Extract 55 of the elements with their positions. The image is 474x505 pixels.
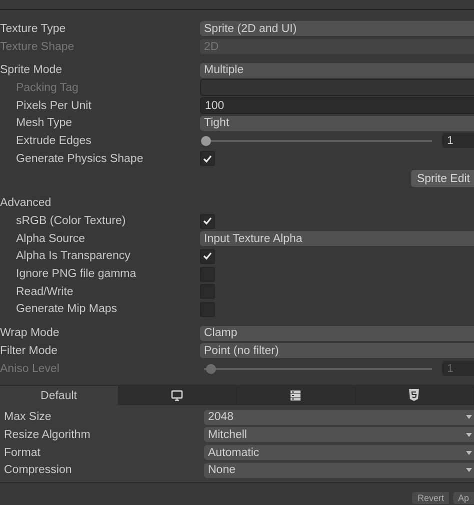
shield-icon [409, 389, 420, 402]
field-label: Ignore PNG file gamma [16, 268, 138, 280]
caret-icon [466, 468, 472, 472]
caret-icon [466, 432, 472, 437]
dropdown[interactable]: 2048 [204, 410, 474, 425]
dropdown[interactable]: Point (no filter) [200, 343, 474, 358]
checkbox[interactable] [200, 214, 215, 229]
checkbox[interactable] [200, 248, 215, 264]
field-label: Compression [4, 464, 73, 476]
dropdown[interactable]: Tight [200, 116, 474, 131]
dropdown[interactable]: Clamp [200, 326, 474, 341]
checkmark-icon [203, 154, 212, 163]
dropdown[interactable]: Mitchell [204, 427, 474, 442]
server-icon [290, 390, 302, 401]
field-label: Pixels Per Unit [16, 100, 92, 112]
field-label: Texture Type [0, 22, 67, 35]
platform-tab[interactable] [237, 386, 356, 406]
slider-thumb[interactable] [201, 136, 212, 146]
section-header: Advanced [0, 197, 52, 210]
monitor-icon [171, 390, 184, 401]
field-label: Alpha Source [16, 232, 86, 245]
dropdown[interactable]: Sprite (2D and UI) [200, 21, 474, 36]
field-label: Max Size [4, 411, 52, 424]
field-label: Packing Tag [16, 82, 80, 94]
field-label: sRGB (Color Texture) [16, 215, 127, 228]
field-label: Generate Physics Shape [16, 152, 144, 165]
field-label: Sprite Mode [0, 64, 64, 76]
input-field[interactable]: 100 [200, 97, 474, 114]
apply-button[interactable]: Ap [452, 492, 474, 504]
field-label: Aniso Level [0, 362, 60, 375]
dropdown[interactable]: Automatic [204, 445, 474, 460]
checkmark-icon [203, 217, 212, 226]
field-label: Extrude Edges [16, 134, 92, 147]
dropdown[interactable]: Input Texture Alpha [200, 231, 474, 246]
checkmark-icon [203, 252, 212, 260]
checkbox[interactable] [200, 151, 215, 166]
input-field[interactable] [200, 79, 474, 96]
field-label: Filter Mode [0, 344, 59, 357]
field-label: Read/Write [16, 286, 74, 298]
revert-button[interactable]: Revert [412, 492, 449, 504]
field-label: Resize Algorithm [4, 428, 92, 441]
dropdown[interactable]: None [204, 462, 474, 478]
caret-icon [466, 450, 472, 455]
dropdown[interactable]: Multiple [200, 62, 474, 78]
caret-icon [466, 415, 472, 420]
field-label: Format [4, 446, 42, 459]
sprite-editor-button[interactable]: Sprite Edit [410, 170, 474, 187]
field-label: Mesh Type [16, 117, 74, 130]
field-label: Generate Mip Maps [16, 303, 118, 316]
field-label: Texture Shape [0, 40, 76, 53]
platform-tab[interactable] [356, 386, 474, 406]
number-field[interactable]: 1 [442, 133, 474, 148]
field-label: Wrap Mode [0, 327, 60, 340]
field-label: Alpha Is Transparency [16, 250, 132, 262]
platform-tab[interactable]: Default [0, 386, 118, 406]
